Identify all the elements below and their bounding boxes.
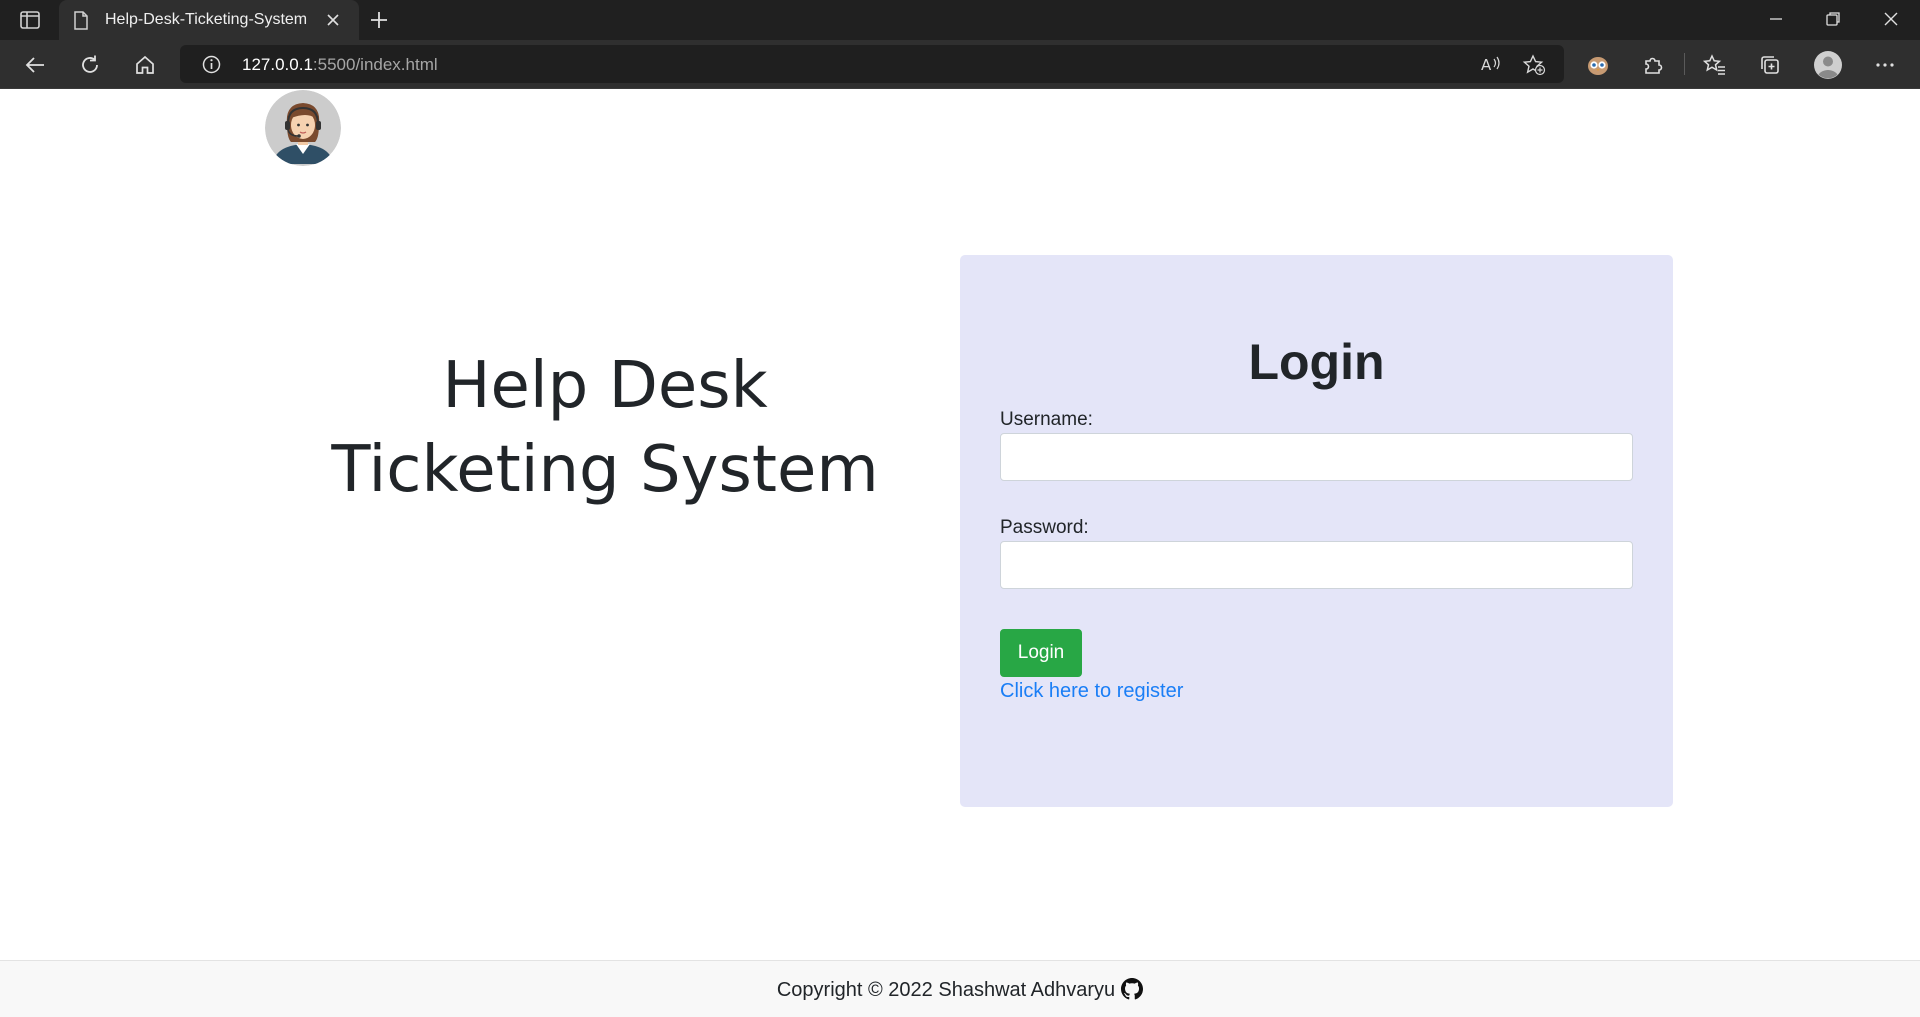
username-input[interactable] [1000,433,1633,481]
support-agent-icon [265,90,341,166]
collections-icon [1761,56,1779,74]
svg-text:A: A [1481,56,1492,74]
minimize-icon[interactable] [1767,10,1785,28]
collections-button[interactable] [1757,52,1783,78]
helpdesk-logo [265,90,341,166]
refresh-icon [82,55,98,73]
refresh-button[interactable] [77,52,103,78]
home-icon [136,55,154,74]
favorites-button[interactable] [1702,52,1728,78]
add-favorite-icon[interactable] [1522,54,1546,76]
extensions-icon [1645,57,1663,74]
extensions-button[interactable] [1640,52,1666,78]
url-host: 127.0.0.1 [242,55,313,74]
address-bar[interactable]: 127.0.0.1:5500/index.html A [180,45,1564,83]
hero-line-1: Help Desk [442,349,768,423]
read-aloud-icon[interactable]: A [1480,54,1502,74]
register-link[interactable]: Click here to register [1000,680,1183,703]
github-link[interactable] [1121,978,1144,1006]
window-close-icon[interactable] [1882,10,1900,28]
back-icon [25,57,44,73]
login-button[interactable]: Login [1000,629,1082,677]
info-icon[interactable] [202,55,221,74]
sidebar-tabs-icon [20,11,40,29]
profile-button[interactable] [1813,50,1843,80]
favorites-icon [1703,54,1725,75]
copyright-text: Copyright © 2022 Shashwat Adhvaryu [776,979,1116,1001]
restore-icon[interactable] [1824,10,1842,28]
extension-owl-button[interactable] [1585,52,1611,78]
footer: Copyright © 2022 Shashwat Adhvaryu [0,960,1920,1017]
hero-title: Help Desk Ticketing System [280,344,930,512]
close-icon[interactable] [325,12,341,28]
plus-icon[interactable] [368,9,390,31]
hero-line-2: Ticketing System [331,433,879,507]
password-label: Password: [1000,517,1089,538]
github-icon [1121,978,1144,1000]
active-tab[interactable]: Help-Desk-Ticketing-System [59,0,359,40]
url-path: :5500/index.html [312,55,438,74]
login-heading: Login [1248,334,1385,390]
browser-tab-bar: Help-Desk-Ticketing-System [0,0,1920,40]
profile-icon [1814,51,1842,79]
more-button[interactable] [1872,52,1898,78]
extension-owl-icon [1588,57,1608,75]
url-text[interactable]: 127.0.0.1:5500/index.html [242,55,438,75]
more-icon [1876,63,1894,67]
login-card: Login Username: Password: Login Click he… [960,255,1673,807]
footer-text: Copyright © 2022 Shashwat Adhvaryu [0,978,1920,1006]
toolbar-separator [1684,53,1685,75]
username-label: Username: [1000,409,1093,430]
browser-toolbar: 127.0.0.1:5500/index.html A [0,40,1920,89]
home-button[interactable] [132,52,158,78]
tab-actions-button[interactable] [18,9,42,31]
tab-title: Help-Desk-Ticketing-System [105,11,308,28]
back-button[interactable] [22,52,48,78]
password-input[interactable] [1000,541,1633,589]
page-icon [74,11,88,30]
page-content: Help Desk Ticketing System Login Usernam… [0,89,1920,1017]
